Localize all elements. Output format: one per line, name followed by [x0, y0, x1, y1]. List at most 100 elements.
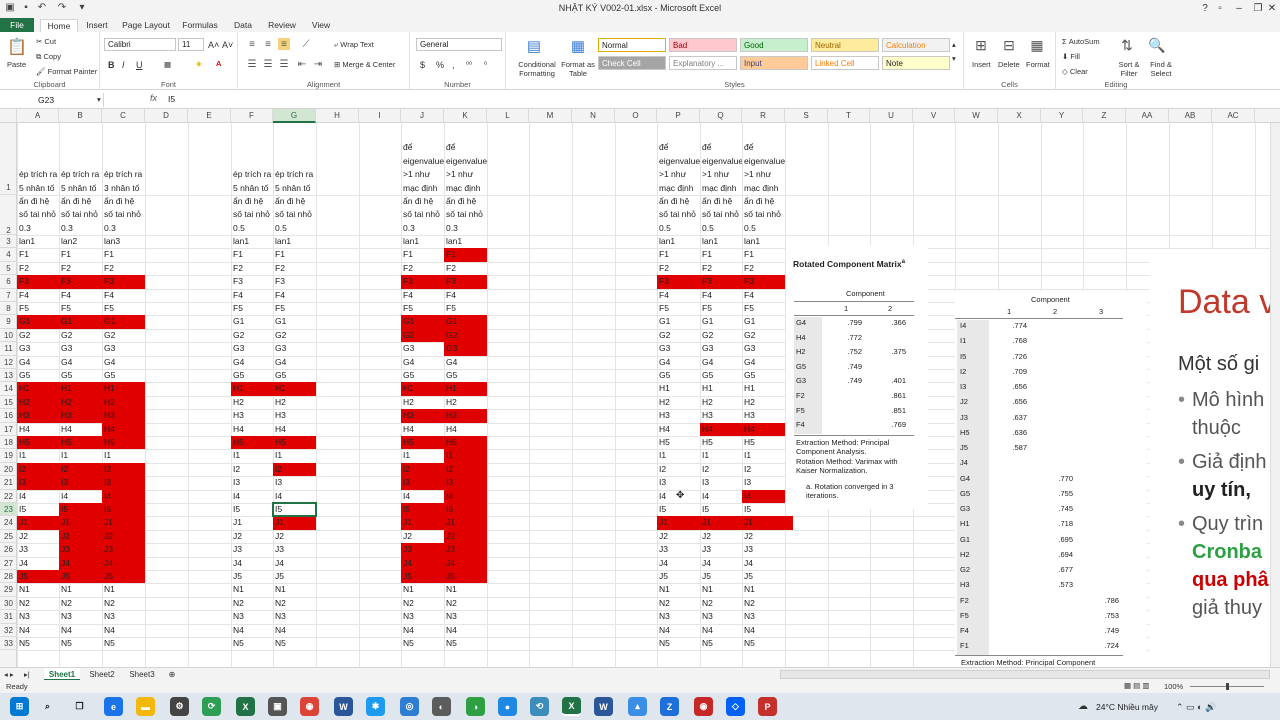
- row-header-6[interactable]: 6: [0, 275, 17, 289]
- cell-r12[interactable]: G4: [742, 356, 755, 369]
- cell-j17[interactable]: H4: [401, 423, 414, 436]
- align-top-icon[interactable]: ≡: [246, 38, 258, 50]
- cell-g14[interactable]: H1: [273, 382, 286, 395]
- cell-k17[interactable]: H4: [444, 423, 457, 436]
- app-icon-green[interactable]: ⟳: [202, 697, 221, 716]
- cell-r27[interactable]: J4: [742, 557, 753, 570]
- cell-j11[interactable]: G3: [401, 342, 414, 355]
- cell-j3[interactable]: lan1: [401, 235, 419, 248]
- cell-a4[interactable]: F1: [17, 248, 29, 261]
- cell-style-note[interactable]: Note: [882, 56, 950, 70]
- cell-j14[interactable]: H1: [401, 382, 414, 395]
- cell-q33[interactable]: N5: [700, 637, 713, 650]
- styles-scroll-up-icon[interactable]: ▴: [952, 40, 956, 49]
- column-header-b[interactable]: B: [59, 109, 102, 123]
- cell-p7[interactable]: F4: [657, 289, 669, 302]
- cell-a31[interactable]: N3: [17, 610, 30, 623]
- cell-f17[interactable]: H4: [231, 423, 244, 436]
- cell-g33[interactable]: N5: [273, 637, 286, 650]
- cell-g2[interactable]: ẩn đi hệ số tai nhỏ hơn: [273, 195, 316, 222]
- cell-r11[interactable]: G3: [742, 342, 755, 355]
- column-header-g[interactable]: G: [273, 109, 316, 123]
- column-header-o[interactable]: O: [615, 109, 657, 123]
- cell-k19[interactable]: I1: [444, 449, 453, 462]
- cell-c8[interactable]: F5: [102, 302, 114, 315]
- align-right-icon[interactable]: ☰: [278, 58, 290, 70]
- cell-b28[interactable]: J5: [59, 570, 70, 583]
- grow-font-icon[interactable]: A˄: [208, 40, 219, 50]
- cell-c19[interactable]: I1: [102, 449, 111, 462]
- cell-q21[interactable]: I3: [700, 476, 709, 489]
- cell-j12[interactable]: G4: [401, 356, 414, 369]
- cell-q7[interactable]: F4: [700, 289, 712, 302]
- cell-p26[interactable]: J3: [657, 543, 668, 556]
- cell-a23[interactable]: I5: [17, 503, 26, 516]
- cell-k13[interactable]: G5: [444, 369, 457, 382]
- cell-p31[interactable]: N3: [657, 610, 670, 623]
- cell-c13[interactable]: G5: [102, 369, 115, 382]
- cell-r32[interactable]: N4: [742, 624, 755, 637]
- cell-j21[interactable]: I3: [401, 476, 410, 489]
- align-center-icon[interactable]: ☰: [262, 58, 274, 70]
- cell-q24[interactable]: J1: [700, 516, 711, 529]
- cell-q27[interactable]: J4: [700, 557, 711, 570]
- cell-p10[interactable]: G2: [657, 329, 670, 342]
- app-icon-red[interactable]: ◉: [694, 697, 713, 716]
- cell-k20[interactable]: I2: [444, 463, 453, 476]
- column-header-x[interactable]: X: [998, 109, 1041, 123]
- column-header-c[interactable]: C: [102, 109, 145, 123]
- row-header-3[interactable]: 3: [0, 235, 17, 249]
- cell-c26[interactable]: J3: [102, 543, 113, 556]
- cell-p33[interactable]: N5: [657, 637, 670, 650]
- vertical-scrollbar[interactable]: [1270, 123, 1280, 667]
- cell-p16[interactable]: H3: [657, 409, 670, 422]
- cell-p15[interactable]: H2: [657, 396, 670, 409]
- column-header-p[interactable]: P: [657, 109, 700, 123]
- cell-c29[interactable]: N1: [102, 583, 115, 596]
- column-header-a[interactable]: A: [17, 109, 59, 123]
- column-header-l[interactable]: L: [487, 109, 529, 123]
- column-header-d[interactable]: D: [145, 109, 188, 123]
- close-button[interactable]: ✕: [1262, 2, 1280, 16]
- cell-a11[interactable]: G3: [17, 342, 30, 355]
- cell-j8[interactable]: F5: [401, 302, 413, 315]
- italic-button[interactable]: I: [122, 60, 125, 70]
- cell-k14[interactable]: H1: [444, 382, 457, 395]
- cell-g9[interactable]: G1: [273, 315, 286, 328]
- tab-formulas[interactable]: Formulas: [180, 19, 220, 32]
- cell-g10[interactable]: G2: [273, 329, 286, 342]
- conditional-formatting-button[interactable]: Conditional Formatting: [512, 60, 562, 78]
- cell-p19[interactable]: I1: [657, 449, 666, 462]
- cell-r30[interactable]: N2: [742, 597, 755, 610]
- row-header-5[interactable]: 5: [0, 262, 17, 276]
- cell-g30[interactable]: N2: [273, 597, 286, 610]
- cell-a22[interactable]: I4: [17, 490, 26, 503]
- cell-f14[interactable]: H1: [231, 382, 244, 395]
- cell-f29[interactable]: N1: [231, 583, 244, 596]
- word-icon[interactable]: W: [334, 697, 353, 716]
- cell-k2[interactable]: ẩn đi hệ số tai nhỏ hơn: [444, 195, 487, 222]
- row-header-9[interactable]: 9: [0, 315, 17, 329]
- cell-a7[interactable]: F4: [17, 289, 29, 302]
- zoom-level[interactable]: 100%: [1164, 682, 1183, 691]
- cell-b29[interactable]: N1: [59, 583, 72, 596]
- row-header-20[interactable]: 20: [0, 463, 17, 477]
- cell-g7[interactable]: F4: [273, 289, 285, 302]
- currency-button[interactable]: $: [420, 60, 425, 70]
- excel-taskbar-icon[interactable]: X: [236, 697, 255, 716]
- cell-k27[interactable]: J4: [444, 557, 455, 570]
- cell-f24[interactable]: J1: [231, 516, 242, 529]
- cell-j15[interactable]: H2: [401, 396, 414, 409]
- cell-g20[interactable]: I2: [273, 463, 282, 476]
- cell-k10[interactable]: G2: [444, 329, 457, 342]
- cell-p20[interactable]: I2: [657, 463, 666, 476]
- dropbox-icon[interactable]: ◇: [726, 697, 745, 716]
- cell-c16[interactable]: H3: [102, 409, 115, 422]
- cell-j33[interactable]: N5: [401, 637, 414, 650]
- cell-g28[interactable]: J5: [273, 570, 284, 583]
- column-header-j[interactable]: J: [401, 109, 444, 123]
- cell-k4[interactable]: F1: [444, 248, 456, 261]
- bold-button[interactable]: B: [108, 60, 115, 70]
- ribbon-display-icon[interactable]: ▫: [1210, 2, 1230, 16]
- cell-r20[interactable]: I2: [742, 463, 751, 476]
